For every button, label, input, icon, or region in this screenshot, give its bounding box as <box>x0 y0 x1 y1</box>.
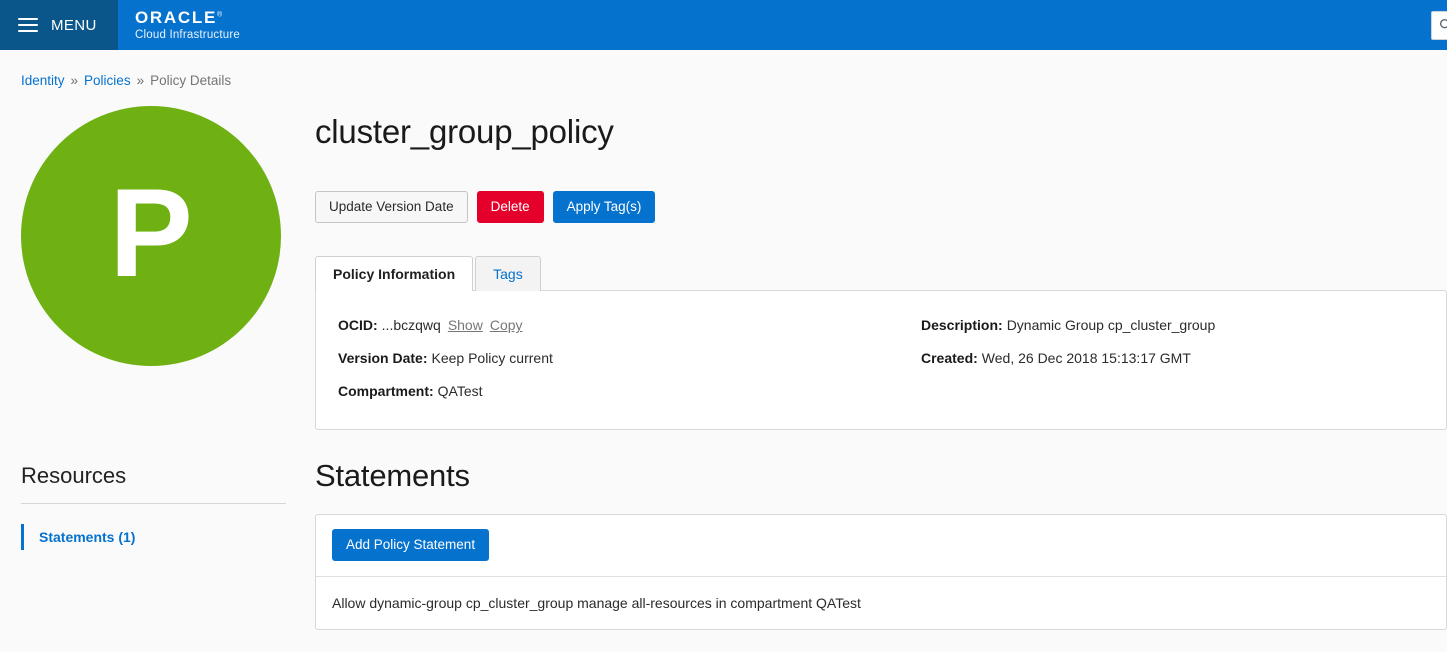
field-value: Dynamic Group cp_cluster_group <box>1006 317 1216 334</box>
breadcrumb: Identity » Policies » Policy Details <box>0 50 1447 88</box>
breadcrumb-item-identity[interactable]: Identity <box>21 73 65 88</box>
resources-panel: Resources Statements (1) <box>21 463 315 550</box>
policy-info-grid: OCID: ...bczqwq Show Copy Version Date: Keep… <box>316 291 1446 429</box>
statements-card: Add Policy Statement Allow dynamic-group… <box>315 514 1447 631</box>
table-row[interactable]: Allow dynamic-group cp_cluster_group man… <box>316 577 1446 629</box>
field-label: Created: <box>921 350 978 367</box>
menu-label: MENU <box>51 16 97 34</box>
sidebar-item-statements[interactable]: Statements (1) <box>21 524 315 550</box>
breadcrumb-item-policies[interactable]: Policies <box>84 73 131 88</box>
tab-tags[interactable]: Tags <box>475 256 541 292</box>
ocid-show-link[interactable]: Show <box>441 317 483 333</box>
action-button-group: Update Version Date Delete Apply Tag(s) <box>315 191 1447 224</box>
field-value: QATest <box>437 383 483 400</box>
search-input[interactable] <box>1431 10 1447 40</box>
brand-name-text: ORACLE <box>135 8 217 28</box>
tab-policy-information[interactable]: Policy Information <box>315 256 474 293</box>
hamburger-menu-icon[interactable] <box>18 18 38 32</box>
statements-toolbar: Add Policy Statement <box>316 515 1446 578</box>
oracle-brand-logo[interactable]: ORACLE® Cloud Infrastructure <box>118 0 1431 50</box>
field-value: Wed, 26 Dec 2018 15:13:17 GMT <box>981 350 1191 367</box>
field-label: OCID: <box>338 317 378 334</box>
field-label: Version Date: <box>338 350 428 367</box>
field-label: Description: <box>921 317 1003 334</box>
right-column: cluster_group_policy Update Version Date… <box>315 100 1447 631</box>
field-ocid: OCID: ...bczqwq Show Copy <box>338 317 881 350</box>
search-icon <box>1439 18 1447 29</box>
sidebar-item-label: Statements (1) <box>39 529 136 545</box>
apply-tags-button[interactable]: Apply Tag(s) <box>552 191 656 224</box>
menu-button[interactable]: MENU <box>0 0 118 50</box>
breadcrumb-separator: » <box>136 73 145 88</box>
registered-mark-icon: ® <box>216 11 223 19</box>
field-compartment: Compartment: QATest <box>338 383 881 399</box>
breadcrumb-separator: » <box>70 73 79 88</box>
breadcrumb-item-current: Policy Details <box>150 73 232 88</box>
avatar: P <box>21 106 281 366</box>
header-right-tools <box>1431 0 1447 50</box>
policy-information-card: OCID: ...bczqwq Show Copy Version Date: Keep… <box>315 290 1447 431</box>
statements-heading: Statements <box>315 458 470 494</box>
ocid-copy-link[interactable]: Copy <box>483 317 523 333</box>
page-body: P Resources Statements (1) cluster_group… <box>0 88 1447 631</box>
field-description: Description: Dynamic Group cp_cluster_gro… <box>921 317 1424 350</box>
field-label: Compartment: <box>338 383 434 400</box>
page-title: cluster_group_policy <box>315 113 614 150</box>
tab-bar: Policy Information Tags <box>315 256 1447 293</box>
resources-divider <box>21 503 286 504</box>
avatar-letter: P <box>109 163 193 303</box>
field-value: ...bczqwq <box>381 317 441 334</box>
field-version-date: Version Date: Keep Policy current <box>338 350 881 383</box>
brand-name: ORACLE® <box>135 9 222 27</box>
resources-heading: Resources <box>21 463 127 488</box>
delete-button[interactable]: Delete <box>476 191 544 224</box>
brand-subtitle: Cloud Infrastructure <box>135 28 240 41</box>
policy-info-right-column: Description: Dynamic Group cp_cluster_gro… <box>881 317 1424 399</box>
update-version-date-button[interactable]: Update Version Date <box>315 191 468 224</box>
field-created: Created: Wed, 26 Dec 2018 15:13:17 GMT <box>921 350 1424 366</box>
field-value: Keep Policy current <box>431 350 553 367</box>
top-header-bar: MENU ORACLE® Cloud Infrastructure <box>0 0 1447 50</box>
left-column: P Resources Statements (1) <box>0 100 315 630</box>
policy-info-left-column: OCID: ...bczqwq Show Copy Version Date: Keep… <box>338 317 881 399</box>
add-policy-statement-button[interactable]: Add Policy Statement <box>332 529 490 562</box>
